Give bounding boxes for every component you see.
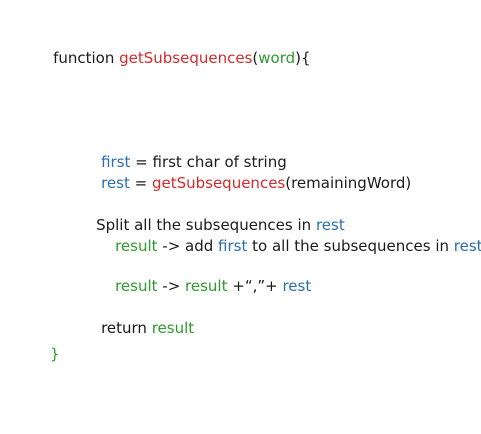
function-keyword: function <box>53 49 120 67</box>
return-keyword: return <box>101 319 152 337</box>
function-name: getSubsequences <box>119 49 253 67</box>
function-signature: function getSubsequences(word){ <box>34 36 311 81</box>
var-rest: rest <box>453 237 481 255</box>
result-add-line: result -> add first to all the subsequen… <box>96 224 481 269</box>
result-concat-line: result -> result +“,”+ rest <box>96 264 311 309</box>
var-result: result <box>115 237 158 255</box>
recursive-call: getSubsequences <box>151 174 286 192</box>
var-result: result <box>185 277 228 295</box>
var-result: result <box>115 277 158 295</box>
closing-brace: } <box>50 345 60 363</box>
call-args: (remainingWord) <box>285 174 412 192</box>
param-word: word <box>258 49 296 67</box>
var-rest: rest <box>282 277 312 295</box>
close-paren-brace: ){ <box>295 49 311 67</box>
equals: = <box>129 174 152 192</box>
var-rest: rest <box>101 174 130 192</box>
var-result: result <box>151 319 195 337</box>
return-line: return result <box>82 306 194 351</box>
arrow-text: -> <box>157 277 186 295</box>
concat-text: +“,”+ <box>227 277 283 295</box>
subsequences-text: to all the subsequences in <box>247 237 454 255</box>
var-first: first <box>218 237 248 255</box>
rest-assignment-line: rest = getSubsequences(remainingWord) <box>82 161 411 206</box>
add-text: -> add <box>157 237 219 255</box>
